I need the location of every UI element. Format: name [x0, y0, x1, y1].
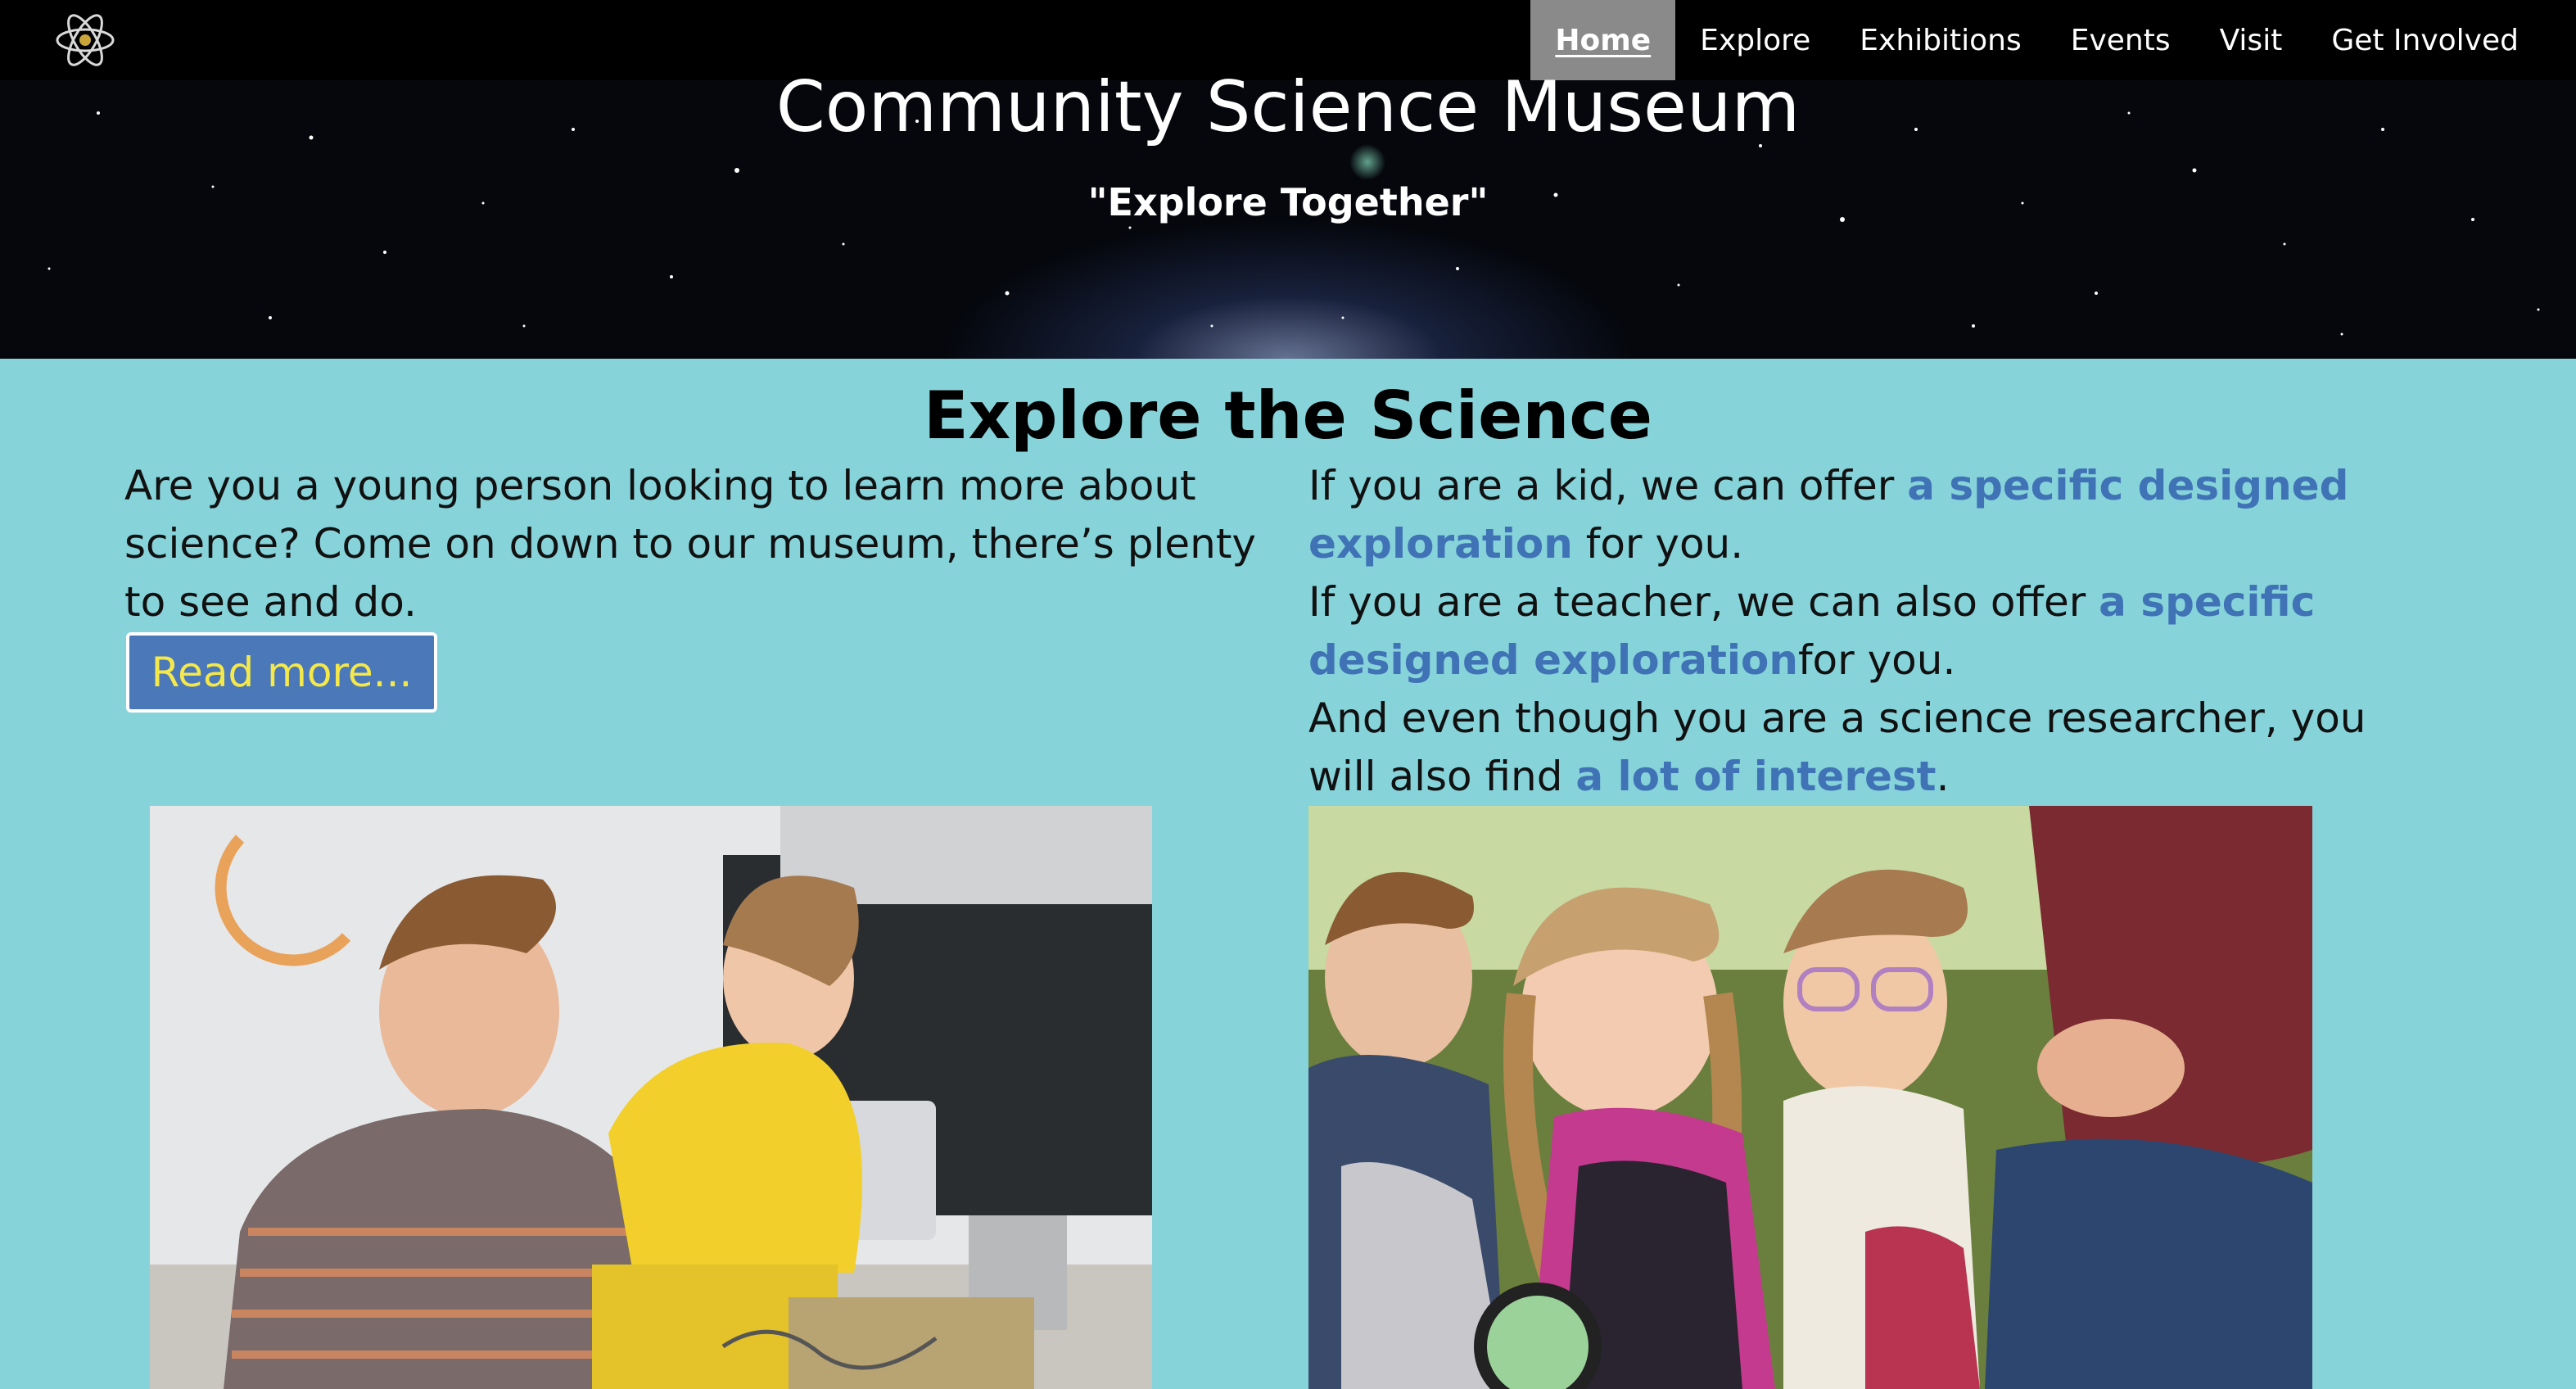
kid-offer-text: If you are a kid, we can offer: [1308, 462, 1908, 509]
audience-offers: If you are a kid, we can offer a specifi…: [1308, 457, 2389, 806]
site-title: Community Science Museum: [775, 66, 1801, 148]
kids-magnifier-photo: [1308, 806, 2312, 1389]
kid-offer: If you are a kid, we can offer a specifi…: [1308, 457, 2389, 573]
researcher-interest-link[interactable]: a lot of interest: [1575, 753, 1936, 800]
researcher-offer: And even though you are a science resear…: [1308, 690, 2389, 806]
students-lab-photo: [150, 806, 1152, 1389]
nav-visit[interactable]: Visit: [2195, 0, 2307, 80]
teacher-offer: If you are a teacher, we can also offer …: [1308, 573, 2389, 690]
teacher-offer-suffix: for you.: [1797, 636, 1956, 684]
researcher-offer-suffix: .: [1936, 753, 1950, 800]
young-person-intro: Are you a young person looking to learn …: [124, 462, 1257, 626]
site-tagline: "Explore Together": [1087, 180, 1489, 224]
page: Home Explore Exhibitions Events Visit Ge…: [0, 0, 2576, 1389]
nav-exhibitions[interactable]: Exhibitions: [1835, 0, 2045, 80]
teacher-offer-text: If you are a teacher, we can also offer: [1308, 578, 2099, 626]
nav-get-involved[interactable]: Get Involved: [2307, 0, 2576, 80]
section-heading: Explore the Science: [923, 378, 1653, 454]
kid-offer-suffix: for you.: [1572, 520, 1744, 568]
atom-logo-icon[interactable]: [51, 11, 120, 69]
read-more-button[interactable]: Read more...: [126, 632, 437, 713]
nav-events[interactable]: Events: [2046, 0, 2195, 80]
